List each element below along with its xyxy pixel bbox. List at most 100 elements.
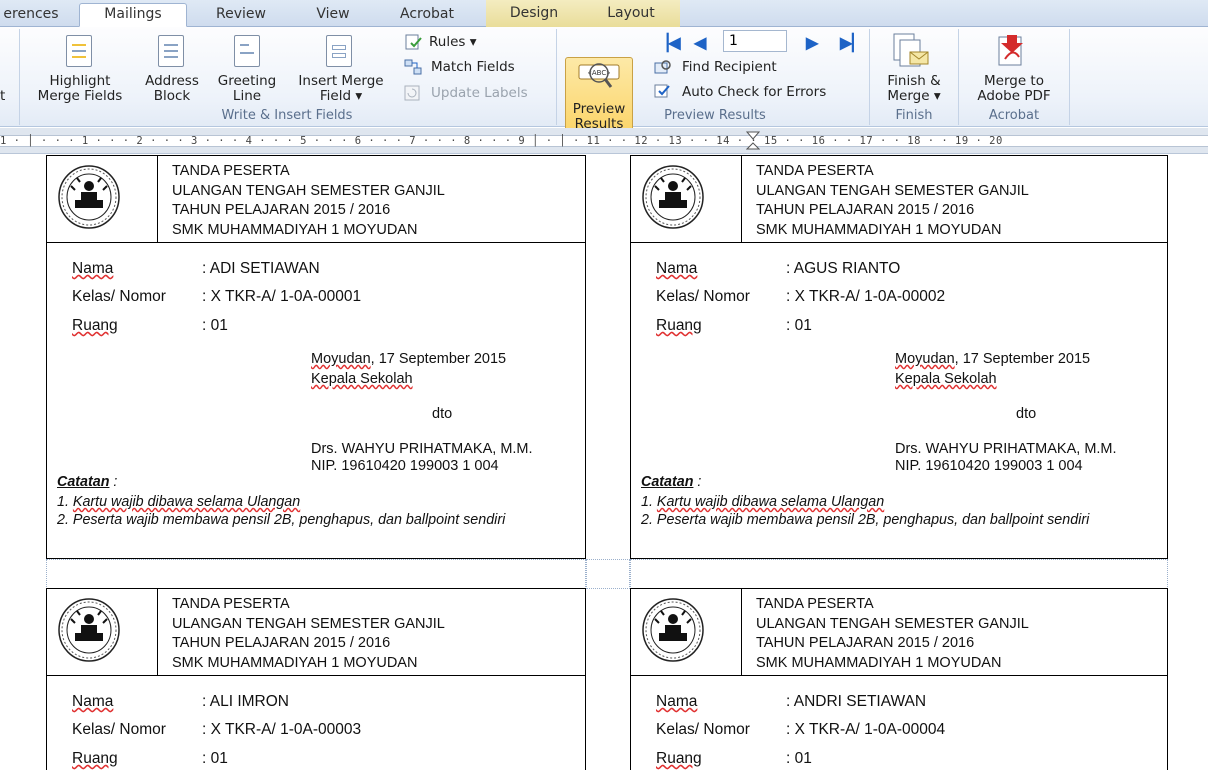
note-2: 2. Peserta wajib membawa pensil 2B, peng… (57, 512, 505, 528)
document-area[interactable]: TANDA PESERTA ULANGAN TENGAH SEMESTER GA… (0, 155, 1208, 770)
greeting-label-2: Line (232, 88, 262, 104)
nama-value: : ANDRI SETIAWAN (786, 693, 927, 710)
note-2: 2. Peserta wajib membawa pensil 2B, peng… (641, 512, 1089, 528)
nama-label: Nama (656, 693, 698, 710)
insert-label-2: Field ▾ (319, 88, 363, 104)
card-header-text: TANDA PESERTA ULANGAN TENGAH SEMESTER GA… (172, 162, 445, 240)
kelas-label: Kelas/ Nomor (656, 721, 750, 738)
table-gap-cell (630, 559, 1168, 589)
note-1-text: Kartu wajib dibawa selama Ulangan (72, 494, 301, 510)
kelas-value: : X TKR-A/ 1-0A-00002 (786, 288, 946, 305)
notes-title-row: Catatan : (57, 474, 117, 490)
tab-view[interactable]: View (298, 4, 368, 27)
group-separator (869, 29, 870, 125)
adobe-label-1: Merge to (984, 73, 1044, 89)
ruang-value: : 01 (202, 317, 228, 334)
ruang-label: Ruang (72, 750, 118, 767)
header-line-3: TAHUN PELAJARAN 2015 / 2016 (756, 202, 975, 218)
kelas-value: : X TKR-A/ 1-0A-00001 (202, 288, 362, 305)
rules-icon (405, 34, 422, 50)
finish-label-2: Merge ▾ (887, 88, 941, 104)
note-2-number: 2. (641, 512, 657, 528)
horizontal-ruler[interactable]: 1 · │ · · · 1 · · · 2 · · · 3 · · · 4 · … (0, 128, 1208, 154)
sign-nip: NIP. 19610420 199003 1 004 (311, 458, 499, 474)
tab-layout[interactable]: Layout (582, 0, 680, 27)
participant-card: TANDA PESERTA ULANGAN TENGAH SEMESTER GA… (46, 588, 586, 770)
nama-value: : AGUS RIANTO (786, 260, 901, 277)
previous-record-icon[interactable]: ◀ (694, 33, 706, 53)
header-line-4: SMK MUHAMMADIYAH 1 MOYUDAN (172, 221, 418, 238)
adobe-label-2: Adobe PDF (977, 88, 1051, 104)
note-1: 1. Kartu wajib dibawa selama Ulangan (641, 494, 884, 510)
table-gap-cell (586, 559, 630, 589)
participant-card: TANDA PESERTA ULANGAN TENGAH SEMESTER GA… (630, 588, 1168, 770)
sign-role: Kepala Sekolah (895, 371, 997, 387)
ribbon-tab-bar: erences Mailings Review View Acrobat Des… (0, 0, 1208, 27)
adobe-pdf-icon (998, 35, 1023, 66)
kelas-label: Kelas/ Nomor (72, 721, 166, 738)
note-1-text: Kartu wajib dibawa selama Ulangan (656, 494, 885, 510)
group-separator (958, 29, 959, 125)
notes-title-row: Catatan : (641, 474, 701, 490)
greeting-line-icon (234, 35, 260, 67)
school-logo-cell (47, 589, 158, 676)
ruang-label: Ruang (656, 750, 702, 767)
greeting-label-1: Greeting (217, 73, 277, 89)
notes-colon: : (693, 474, 702, 490)
school-emblem-icon (642, 165, 704, 229)
note-2-text: Peserta wajib membawa pensil 2B, penghap… (656, 512, 1090, 528)
group-label-preview-results: Preview Results (664, 108, 766, 123)
match-fields-icon (404, 59, 422, 75)
header-line-4: SMK MUHAMMADIYAH 1 MOYUDAN (756, 221, 1002, 238)
sign-date: , 17 September 2015 (954, 351, 1091, 367)
school-emblem-icon (642, 598, 704, 662)
sign-name: Drs. WAHYU PRIHATMAKA, M.M. (895, 441, 1117, 457)
tab-design[interactable]: Design (486, 0, 582, 27)
note-1-number: 1. (641, 494, 657, 510)
card-header: TANDA PESERTA ULANGAN TENGAH SEMESTER GA… (631, 156, 1167, 243)
highlight-label-2: Merge Fields (37, 88, 123, 104)
note-1-number: 1. (57, 494, 73, 510)
find-recipient-label: Find Recipient (682, 59, 777, 75)
school-logo-cell (47, 156, 158, 243)
preview-label-1: Preview (572, 101, 626, 117)
preview-magnifier-icon: «ABC» (578, 63, 620, 88)
participant-card: TANDA PESERTA ULANGAN TENGAH SEMESTER GA… (630, 155, 1168, 559)
sign-place: Moyudan (311, 351, 371, 367)
sign-date: , 17 September 2015 (370, 351, 507, 367)
header-line-1: TANDA PESERTA (172, 163, 290, 179)
nama-label: Nama (72, 260, 114, 277)
highlight-label-1: Highlight (49, 73, 111, 89)
find-recipient-icon (654, 60, 671, 74)
address-label-2: Block (153, 88, 191, 104)
header-line-1: TANDA PESERTA (172, 596, 290, 612)
ruang-value: : 01 (786, 750, 812, 767)
address-block-icon (158, 35, 184, 67)
next-record-icon[interactable]: ▶ (806, 33, 818, 53)
finish-label-1: Finish & (887, 73, 941, 89)
first-record-icon[interactable]: ▕◀ (656, 33, 681, 53)
card-header: TANDA PESERTA ULANGAN TENGAH SEMESTER GA… (47, 589, 585, 676)
indent-marker-icon[interactable] (746, 131, 760, 153)
nama-label: Nama (656, 260, 698, 277)
tab-mailings[interactable]: Mailings (79, 3, 187, 27)
last-record-icon[interactable]: ▶▏ (840, 33, 865, 53)
sign-place: Moyudan (895, 351, 955, 367)
notes-title: Catatan (641, 474, 694, 490)
ribbon-cut-label: t (0, 88, 6, 104)
tab-acrobat[interactable]: Acrobat (382, 4, 472, 27)
mailings-ribbon: t Highlight Merge Fields Address Block G… (0, 27, 1208, 133)
update-labels-icon (404, 85, 420, 101)
preview-results-button[interactable]: «ABC» Preview Results (565, 57, 633, 133)
finish-merge-icon (893, 33, 929, 67)
sign-place-date: Moyudan, 17 September 2015 (311, 351, 506, 367)
tab-review[interactable]: Review (200, 4, 282, 27)
card-header: TANDA PESERTA ULANGAN TENGAH SEMESTER GA… (631, 589, 1167, 676)
tab-references[interactable]: erences (0, 4, 62, 27)
record-number-input[interactable]: 1 (723, 30, 787, 52)
nama-value: : ALI IMRON (202, 693, 289, 710)
sign-dto: dto (432, 406, 453, 422)
school-logo-cell (631, 589, 742, 676)
rules-label: Rules ▾ (429, 34, 477, 50)
group-separator (19, 29, 20, 125)
